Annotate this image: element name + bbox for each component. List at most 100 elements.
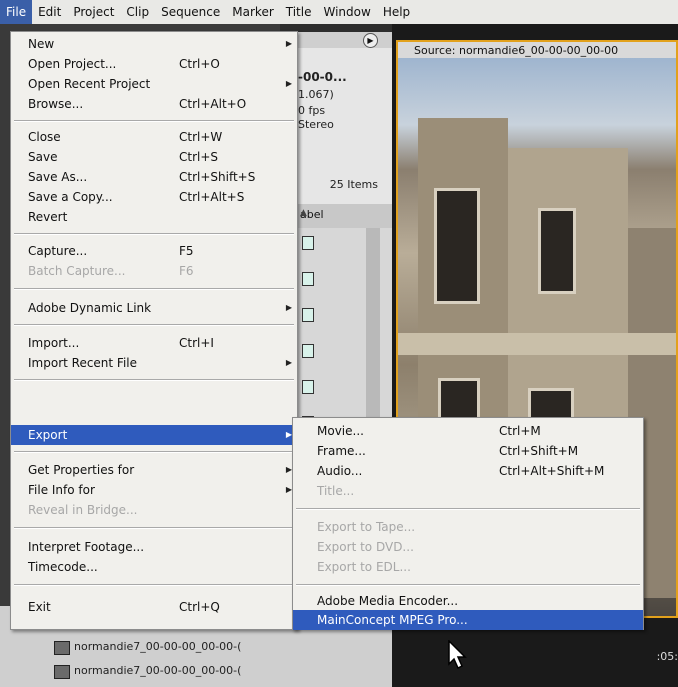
menu-project[interactable]: Project (67, 0, 120, 24)
menu-item-label: Open Project... (28, 57, 117, 71)
menu-item-export-frame[interactable]: Frame... Ctrl+Shift+M (293, 441, 643, 461)
menu-item-capture[interactable]: Capture... F5 (11, 241, 297, 261)
menu-separator (14, 120, 294, 122)
menu-item-browse[interactable]: Browse... Ctrl+Alt+O (11, 94, 297, 114)
clip-name-fragment: -00-0... (298, 70, 347, 84)
menu-item-adobe-media-encoder[interactable]: Adobe Media Encoder... (293, 591, 643, 611)
menu-edit[interactable]: Edit (32, 0, 67, 24)
menu-item-label: Capture... (28, 244, 88, 258)
menu-title[interactable]: Title (280, 0, 318, 24)
menu-item-label: Movie... (317, 424, 364, 438)
menu-item-get-properties-for[interactable]: Get Properties for ▶ (11, 460, 297, 480)
submenu-arrow-icon: ▶ (285, 79, 292, 88)
menu-item-timecode[interactable]: Timecode... (11, 557, 297, 577)
label-swatch[interactable] (302, 344, 314, 358)
menu-item-label: Batch Capture... (28, 264, 126, 278)
menu-item-adobe-dynamic-link[interactable]: Adobe Dynamic Link ▶ (11, 298, 297, 318)
menu-item-label: Browse... (28, 97, 84, 111)
menu-separator (296, 508, 640, 510)
menu-item-label: Title... (317, 484, 355, 498)
menu-marker[interactable]: Marker (226, 0, 279, 24)
clip-icon (54, 641, 70, 655)
source-monitor-tab[interactable]: Source: normandie6_00-00-00_00-00 (396, 40, 678, 58)
menu-item-shortcut: Ctrl+O (179, 57, 220, 71)
menu-item-save-a-copy[interactable]: Save a Copy... Ctrl+Alt+S (11, 187, 297, 207)
submenu-arrow-icon: ▶ (285, 39, 292, 48)
label-swatch[interactable] (302, 236, 314, 250)
submenu-arrow-icon: ▶ (285, 303, 292, 312)
menu-separator (14, 379, 294, 381)
menu-item-shortcut: Ctrl+Alt+S (179, 190, 245, 204)
menu-separator (14, 324, 294, 326)
menu-item-export-to-tape: Export to Tape... (293, 517, 643, 537)
menu-item-export-movie[interactable]: Movie... Ctrl+M (293, 421, 643, 441)
menu-item-label: Open Recent Project (28, 77, 151, 91)
menu-item-label: Audio... (317, 464, 363, 478)
menu-item-shortcut: F5 (179, 244, 194, 258)
menu-item-import-recent-file[interactable]: Import Recent File ▶ (11, 353, 297, 373)
menu-item-export-title: Title... (293, 481, 643, 501)
label-swatch[interactable] (302, 380, 314, 394)
menu-item-shortcut: Ctrl+Q (179, 600, 220, 614)
menu-item-open-recent-project[interactable]: Open Recent Project ▶ (11, 74, 297, 94)
menu-item-label: Revert (28, 210, 68, 224)
menu-item-save-as[interactable]: Save As... Ctrl+Shift+S (11, 167, 297, 187)
menu-item-shortcut: Ctrl+W (179, 130, 223, 144)
menu-item-label: Reveal in Bridge... (28, 503, 138, 517)
timecode-display: :05: (656, 650, 678, 663)
label-swatch[interactable] (302, 272, 314, 286)
sort-arrow-icon[interactable]: ▲ (300, 208, 374, 218)
clip-audio: Stereo (298, 118, 334, 131)
menu-item-export-audio[interactable]: Audio... Ctrl+Alt+Shift+M (293, 461, 643, 481)
items-count: 25 Items (329, 178, 378, 191)
clip-fps-fragment: 1.067) (298, 88, 334, 101)
menu-item-revert[interactable]: Revert (11, 207, 297, 227)
menu-item-new[interactable]: New ▶ (11, 34, 297, 54)
list-item[interactable]: normandie7_00-00-00_00-00-( (74, 640, 241, 653)
mouse-cursor-icon (448, 640, 467, 670)
export-submenu: Movie... Ctrl+M Frame... Ctrl+Shift+M Au… (292, 417, 644, 630)
menu-item-label: Export to Tape... (317, 520, 416, 534)
menu-item-label: Export (28, 428, 68, 442)
menu-sequence[interactable]: Sequence (155, 0, 226, 24)
menu-item-shortcut: Ctrl+S (179, 150, 219, 164)
menu-item-exit[interactable]: Exit Ctrl+Q (11, 597, 297, 617)
menu-item-open-project[interactable]: Open Project... Ctrl+O (11, 54, 297, 74)
menu-item-save[interactable]: Save Ctrl+S (11, 147, 297, 167)
menu-clip[interactable]: Clip (120, 0, 155, 24)
menu-item-file-info-for[interactable]: File Info for ▶ (11, 480, 297, 500)
menu-window[interactable]: Window (317, 0, 376, 24)
menu-file[interactable]: File (0, 0, 33, 24)
menu-item-label: Save (28, 150, 58, 164)
menu-item-shortcut: Ctrl+Alt+O (179, 97, 247, 111)
menu-item-export-to-dvd: Export to DVD... (293, 537, 643, 557)
menu-item-shortcut: Ctrl+Alt+Shift+M (499, 464, 605, 478)
menu-item-label: File Info for (28, 483, 95, 497)
menu-item-interpret-footage[interactable]: Interpret Footage... (11, 537, 297, 557)
menu-item-shortcut: Ctrl+I (179, 336, 214, 350)
clip-icon (54, 665, 70, 679)
menu-item-shortcut: Ctrl+Shift+S (179, 170, 256, 184)
menu-separator (14, 233, 294, 235)
label-swatch[interactable] (302, 308, 314, 322)
menu-item-import[interactable]: Import... Ctrl+I (11, 333, 297, 353)
menu-help[interactable]: Help (377, 0, 416, 24)
menu-item-shortcut: Ctrl+M (499, 424, 541, 438)
menu-item-label: Import... (28, 336, 80, 350)
menu-item-mainconcept-mpeg-pro[interactable]: MainConcept MPEG Pro... (293, 610, 643, 630)
menu-item-label: Import Recent File (28, 356, 138, 370)
menu-item-export[interactable]: Export ▶ (11, 425, 297, 445)
menu-item-export-to-edl: Export to EDL... (293, 557, 643, 577)
list-item[interactable]: normandie7_00-00-00_00-00-( (74, 664, 241, 677)
menu-item-reveal-in-bridge: Reveal in Bridge... (11, 500, 297, 520)
menu-item-label: Close (28, 130, 61, 144)
panel-menu-icon[interactable]: ▶ (363, 33, 378, 48)
clip-fps: 0 fps (298, 104, 326, 117)
menu-item-label: Export to DVD... (317, 540, 414, 554)
menu-separator (296, 584, 640, 586)
menu-item-close[interactable]: Close Ctrl+W (11, 127, 297, 147)
menu-item-label: Get Properties for (28, 463, 135, 477)
menu-item-label: Save a Copy... (28, 190, 113, 204)
menu-item-label: Exit (28, 600, 51, 614)
menu-separator (14, 451, 294, 453)
